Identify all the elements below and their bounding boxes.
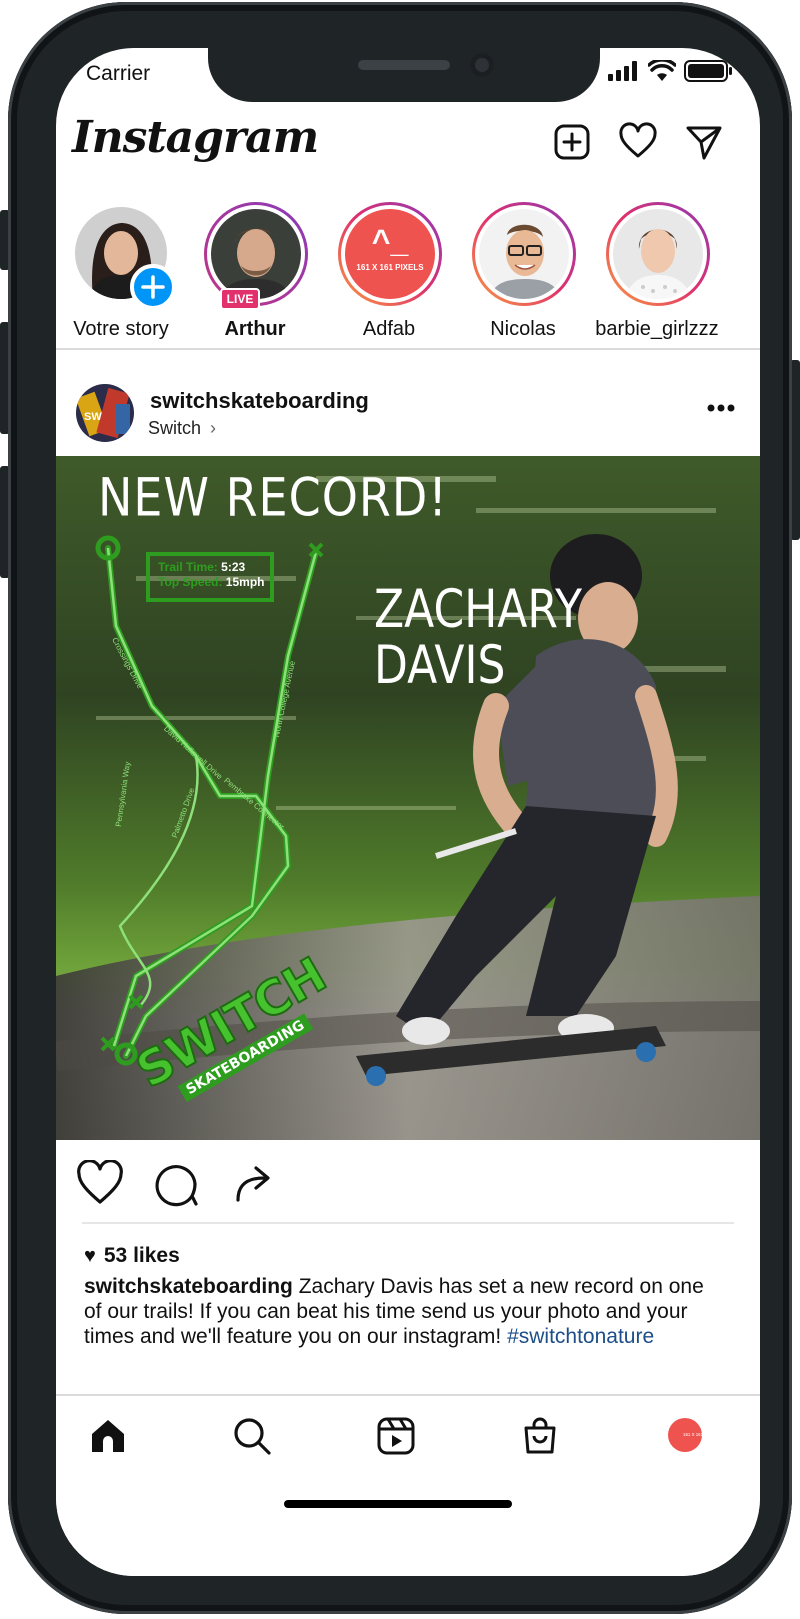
- chevron-right-icon: ›: [210, 418, 217, 438]
- trail-time-label: Trail Time:: [158, 560, 218, 574]
- athlete-name-line1: ZACHARY: [374, 578, 583, 641]
- post-location[interactable]: Switch ›: [148, 418, 216, 439]
- svg-text:SW: SW: [84, 411, 102, 423]
- actions-divider: [82, 1222, 734, 1224]
- bottom-navigation: 161 X 161 PIXELS: [56, 1394, 760, 1576]
- notch: [208, 48, 600, 102]
- caption-username[interactable]: switchskateboarding: [84, 1275, 293, 1298]
- likes-heart-icon: ♥: [84, 1244, 96, 1267]
- top-speed-label: Top Speed:: [158, 575, 223, 589]
- status-icons: [608, 60, 732, 82]
- profile-avatar[interactable]: 161 X 161 PIXELS: [668, 1418, 720, 1452]
- placeholder-size-label: 161 X 161 PIXELS: [356, 263, 424, 272]
- more-options-icon[interactable]: [706, 400, 736, 416]
- phone-frame: Carrier Instagram Votre story LIVE Arthu…: [8, 2, 792, 1614]
- battery-icon: [684, 60, 732, 82]
- story-label: Nicolas: [490, 318, 556, 340]
- activity-heart-icon[interactable]: [618, 122, 658, 162]
- like-heart-icon[interactable]: [76, 1160, 124, 1208]
- reels-icon[interactable]: [376, 1416, 416, 1456]
- story-own[interactable]: Votre story: [56, 200, 186, 350]
- story-label: Arthur: [224, 318, 286, 340]
- post-caption: switchskateboarding Zachary Davis has se…: [84, 1274, 724, 1349]
- live-badge: LIVE: [220, 288, 260, 310]
- share-arrow-icon[interactable]: [230, 1160, 278, 1208]
- caption-hashtag[interactable]: #switchtonature: [507, 1325, 654, 1348]
- shop-bag-icon[interactable]: [520, 1416, 560, 1456]
- home-icon[interactable]: [88, 1416, 128, 1456]
- story-adfab[interactable]: ^_ 161 X 161 PIXELS Adfab: [324, 200, 454, 350]
- avatar: ^_ 161 X 161 PIXELS: [345, 209, 435, 299]
- ring-gap: [475, 205, 573, 303]
- home-indicator[interactable]: [284, 1500, 512, 1508]
- story-nicolas[interactable]: Nicolas: [458, 200, 588, 350]
- stories-tray: Votre story LIVE Arthur ^_ 161 X 161 PIX…: [56, 200, 760, 350]
- adfab-glyph: ^_: [371, 223, 409, 259]
- ring-gap: [609, 205, 707, 303]
- trail-stats: Trail Time: 5:23 Top Speed: 15mph: [158, 560, 264, 590]
- story-arthur[interactable]: LIVE Arthur: [190, 200, 320, 350]
- direct-message-icon[interactable]: [684, 122, 724, 162]
- app-header: Instagram: [56, 110, 760, 180]
- trail-time-value: 5:23: [221, 560, 246, 574]
- instagram-logo[interactable]: Instagram: [72, 112, 319, 163]
- headline-text: NEW RECORD!: [98, 465, 448, 529]
- post-actions: [56, 1140, 760, 1226]
- story-label: Votre story: [73, 318, 169, 340]
- avatar: [479, 209, 569, 299]
- story-barbie-girlzzz[interactable]: barbie_girlzzz: [592, 200, 722, 350]
- story-label: Adfab: [362, 318, 416, 340]
- story-ring: ^_ 161 X 161 PIXELS: [338, 202, 442, 306]
- carrier-label: Carrier: [86, 62, 151, 85]
- phone-screen: Carrier Instagram Votre story LIVE Arthu…: [56, 48, 760, 1576]
- wifi-icon: [648, 60, 676, 81]
- signal-icon: [608, 61, 637, 81]
- comment-bubble-icon[interactable]: [152, 1160, 200, 1208]
- likes-row[interactable]: ♥ 53 likes: [84, 1244, 180, 1268]
- story-ring: [606, 202, 710, 306]
- avatar: [613, 209, 703, 299]
- likes-count: 53 likes: [103, 1244, 180, 1267]
- new-post-icon[interactable]: [552, 122, 592, 162]
- avatar: [211, 209, 301, 299]
- ring-gap: ^_ 161 X 161 PIXELS: [341, 205, 439, 303]
- post-username[interactable]: switchskateboarding: [150, 388, 369, 414]
- post-author-avatar[interactable]: SW: [76, 384, 134, 442]
- story-ring: [472, 202, 576, 306]
- top-speed-value: 15mph: [225, 575, 265, 589]
- front-camera: [470, 53, 494, 77]
- profile-avatar-label: 161 X 161 PIXELS: [683, 1432, 720, 1438]
- location-label: Switch: [148, 418, 202, 438]
- athlete-name-line2: DAVIS: [374, 634, 506, 697]
- search-icon[interactable]: [232, 1416, 272, 1456]
- speaker-grille: [358, 60, 450, 70]
- post-header: SW switchskateboarding Switch ›: [56, 368, 760, 458]
- add-story-icon[interactable]: [130, 264, 176, 310]
- post-image[interactable]: NEW RECORD! ZACHARY DAVIS Trail Time: 5:…: [56, 456, 760, 1140]
- story-label: barbie_girlzzz: [595, 318, 719, 340]
